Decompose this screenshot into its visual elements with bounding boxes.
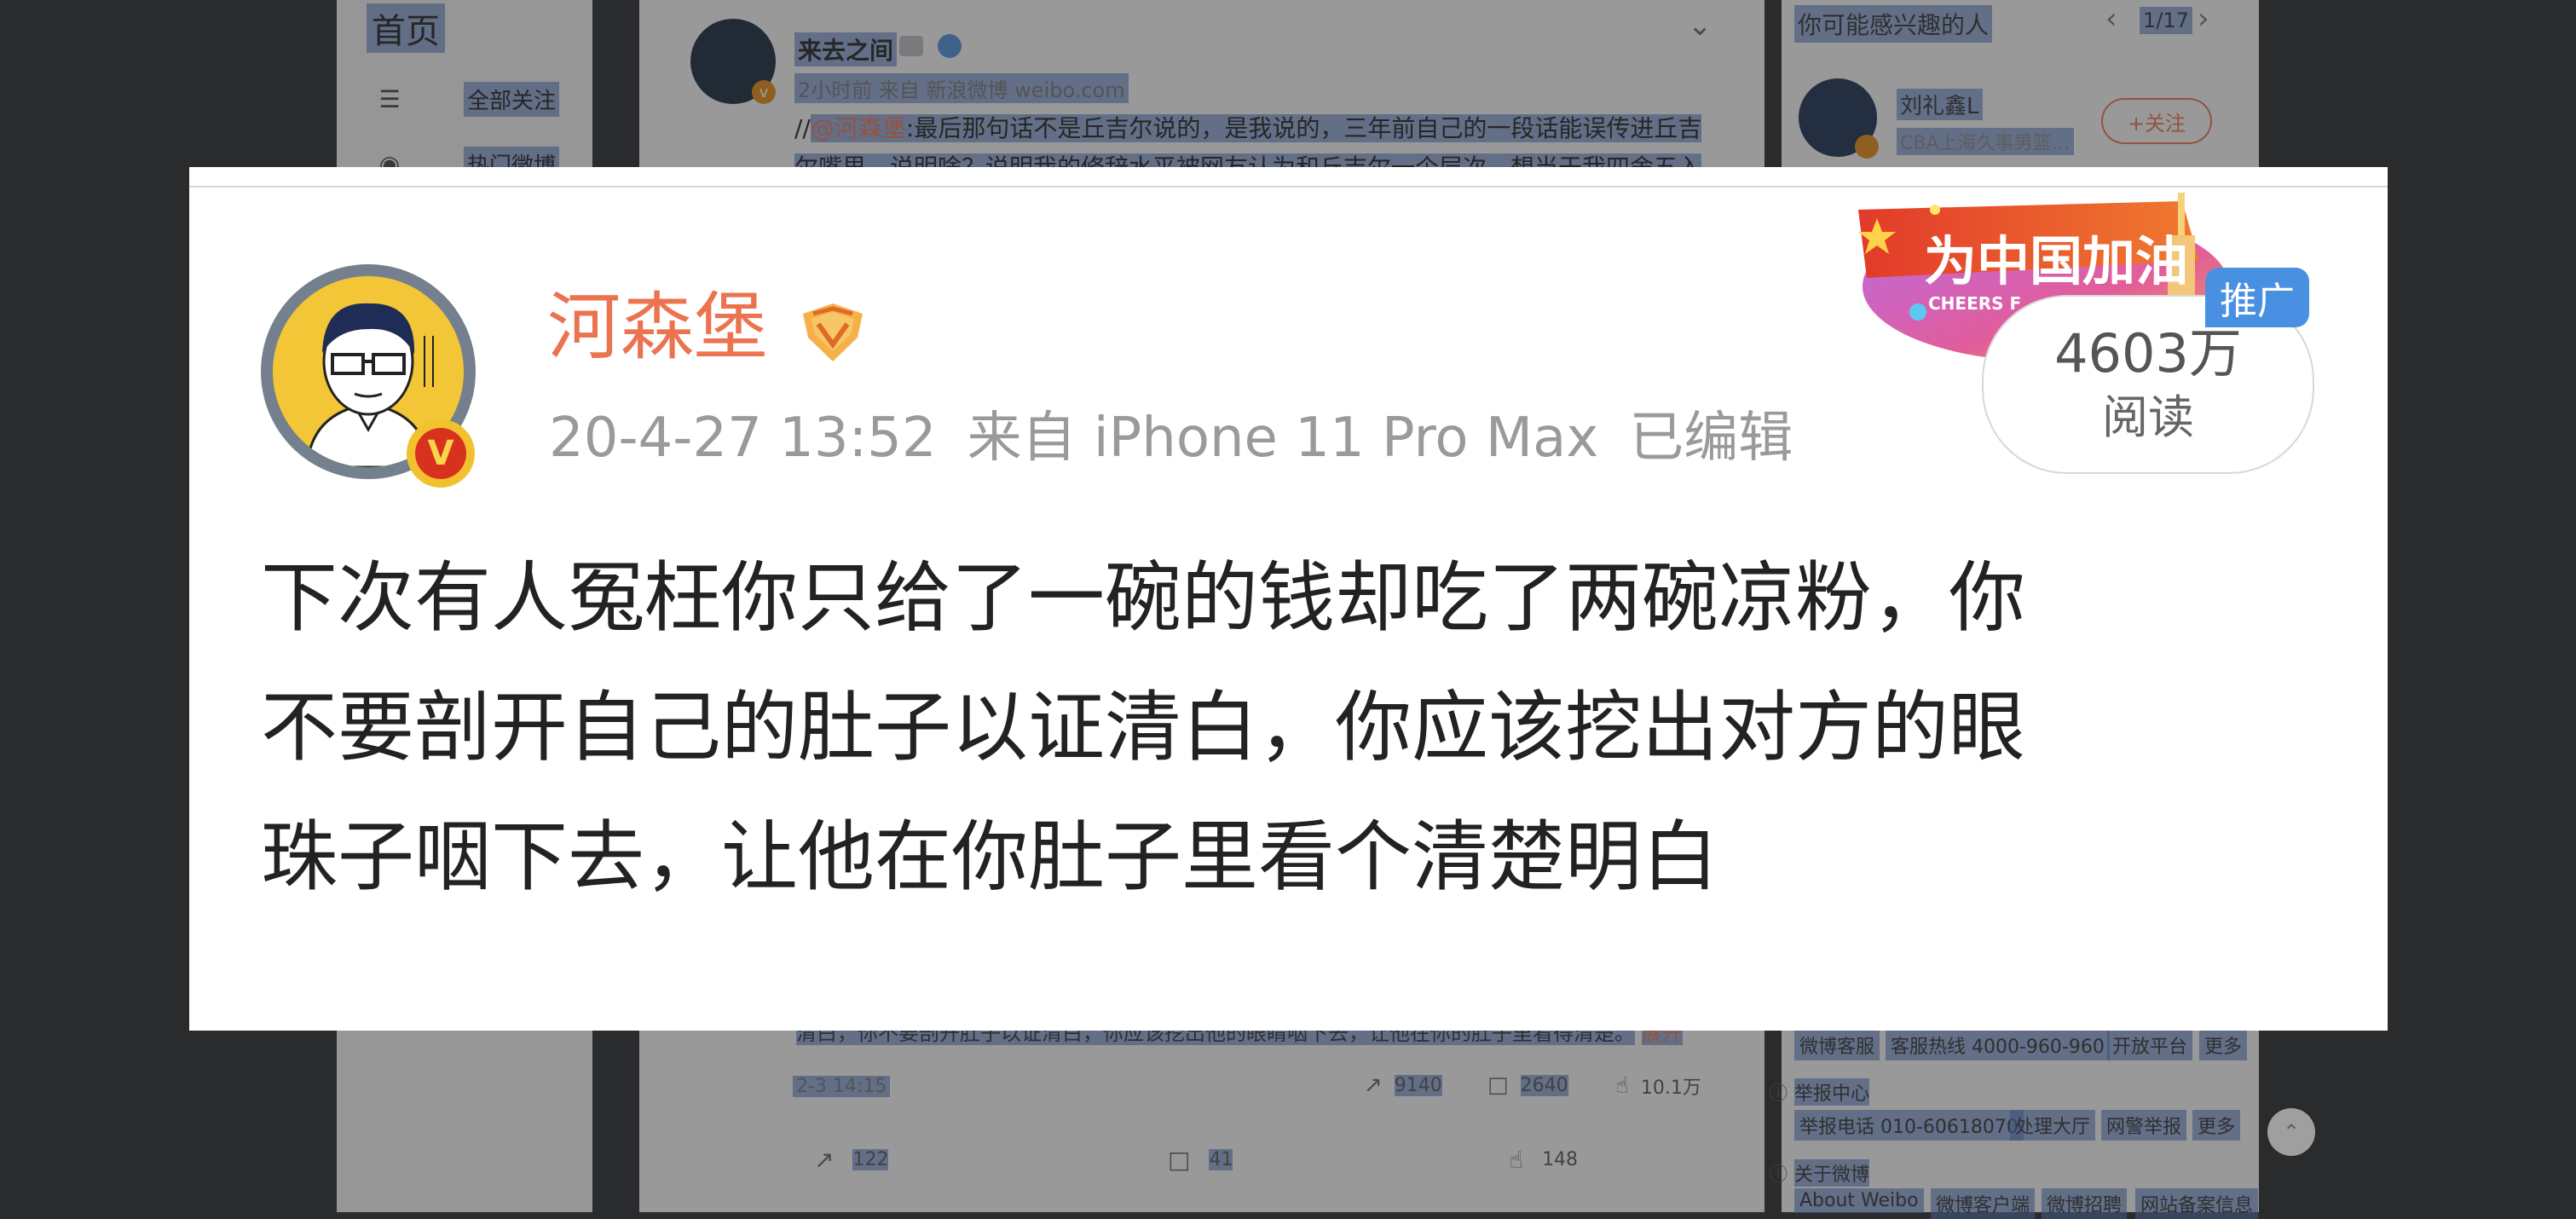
vip-crown-icon <box>803 303 863 361</box>
chevron-left-icon[interactable]: ‹ <box>2105 2 2117 36</box>
post-source: 来自 iPhone 11 Pro Max <box>967 407 1599 470</box>
footer-link[interactable]: 客服热线 4000-960-960 <box>1886 1030 2110 1060</box>
comment-count: 41 <box>1209 1149 1233 1170</box>
read-count-label: 阅读 <box>2102 390 2194 444</box>
member-badge-icon <box>899 36 923 56</box>
sidebar-item-all-follows[interactable]: ☰ 全部关注 <box>375 80 560 118</box>
blue-verified-icon <box>938 34 962 58</box>
footer-link[interactable]: 微博客户端 <box>1931 1188 2036 1219</box>
about-weibo-heading: ⓘ 关于微博 <box>1769 1159 1870 1187</box>
quoted-like-count: 10.1万 <box>1640 1077 1701 1099</box>
read-count: 4603万 <box>2054 322 2242 384</box>
footer-link[interactable]: 处理大厅 <box>2010 1110 2096 1141</box>
post-timestamp[interactable]: 20-4-27 13:52 <box>549 407 937 470</box>
back-to-top-icon[interactable]: ⌃ <box>2267 1108 2315 1156</box>
follow-button[interactable]: +关注 <box>2101 98 2212 144</box>
like-count: 148 <box>1542 1149 1579 1170</box>
post-username[interactable]: 河森堡 <box>547 285 767 370</box>
feed-post-meta: 2小时前 来自 新浪微博 weibo.com <box>794 73 1129 103</box>
quoted-like-button[interactable]: ☝ 10.1万 <box>1615 1072 1701 1100</box>
quoted-repost-count: 9140 <box>1394 1074 1442 1096</box>
quoted-repost-button[interactable]: ↗ 9140 <box>1364 1072 1442 1098</box>
comment-icon: □ <box>1487 1072 1509 1098</box>
chevron-right-icon[interactable]: › <box>2198 2 2209 36</box>
verified-badge-icon: v <box>752 80 776 104</box>
suggestions-page-indicator: 1/17 <box>2140 7 2192 34</box>
edited-label[interactable]: 已编辑 <box>1629 407 1793 470</box>
comment-button[interactable]: □ 41 <box>1168 1146 1233 1174</box>
post-content-line: 下次有人冤枉你只给了一碗的钱却吃了两碗凉粉，你 <box>261 553 2025 643</box>
about-weibo-title: 关于微博 <box>1794 1159 1870 1187</box>
sidebar-title[interactable]: 首页 <box>367 3 445 53</box>
quoted-post-time[interactable]: 2-3 14:15 <box>793 1076 891 1097</box>
report-center-heading: ⓘ 举报中心 <box>1769 1078 1870 1106</box>
info-icon: ⓘ <box>1769 1164 1788 1186</box>
repost-button[interactable]: ↗ 122 <box>814 1146 889 1174</box>
post-content-line: 珠子咽下去，让他在你肚子里看个清楚明白 <box>261 812 1718 902</box>
footer-link[interactable]: 网站备案信息 <box>2135 1188 2259 1219</box>
repost-prefix: // <box>794 114 811 142</box>
repost-mention-link[interactable]: @河森堡 <box>810 114 906 142</box>
suggestion-name[interactable]: 刘礼鑫L <box>1897 89 1983 120</box>
footer-link[interactable]: 开放平台 <box>2107 1030 2193 1060</box>
thumbs-up-icon: ☝ <box>1509 1146 1524 1174</box>
list-icon: ☰ <box>378 84 401 113</box>
comment-icon: □ <box>1168 1146 1191 1174</box>
footer-link[interactable]: About Weibo <box>1794 1188 1924 1213</box>
repost-icon: ↗ <box>1364 1072 1383 1098</box>
quoted-comment-button[interactable]: □ 2640 <box>1487 1072 1568 1098</box>
repost-icon: ↗ <box>814 1146 835 1174</box>
post-content: 下次有人冤枉你只给了一碗的钱却吃了两碗凉粉，你 不要剖开自己的肚子以证清白，你应… <box>261 534 2341 922</box>
quoted-comment-count: 2640 <box>1520 1074 1568 1096</box>
verified-v-badge-icon: V <box>407 419 475 488</box>
like-button[interactable]: ☝ 148 <box>1509 1146 1578 1174</box>
thumbs-up-icon: ☝ <box>1615 1073 1629 1099</box>
report-center-title: 举报中心 <box>1794 1078 1870 1106</box>
weibo-post-card: V 河森堡 20-4-27 13:52 来自 iPhone 11 Pro Max 已… <box>189 167 2388 1031</box>
footer-link[interactable]: 更多 <box>2192 1110 2241 1141</box>
footer-link[interactable]: 微博招聘 <box>2042 1188 2128 1219</box>
repost-count: 122 <box>852 1149 889 1170</box>
post-content-line: 不要剖开自己的肚子以证清白，你应该挖出对方的眼 <box>261 683 2025 772</box>
footer-link[interactable]: 举报电话 010-60618070 <box>1794 1110 2024 1141</box>
footer-link[interactable]: 网警举报 <box>2101 1110 2187 1141</box>
chevron-down-icon[interactable]: ⌄ <box>1688 9 1713 43</box>
feed-author-name[interactable]: 来去之间 <box>794 32 898 66</box>
suggestion-description: CBA上海久事男篮… <box>1897 128 2074 155</box>
footer-link[interactable]: 微博客服 <box>1794 1030 1880 1060</box>
verified-badge-icon <box>1855 135 1879 159</box>
footer-link[interactable]: 更多 <box>2199 1030 2248 1060</box>
promotion-badge[interactable]: 推广 <box>2205 268 2309 327</box>
info-icon: ⓘ <box>1769 1083 1788 1105</box>
banner-title: 为中国加油 <box>1924 230 2189 292</box>
suggestions-title: 你可能感兴趣的人 <box>1794 5 1993 43</box>
sidebar-item-label: 全部关注 <box>464 81 560 117</box>
banner-subtitle: CHEERS F <box>1928 293 2022 314</box>
post-meta: 20-4-27 13:52 来自 iPhone 11 Pro Max 已编辑 <box>549 404 1793 472</box>
